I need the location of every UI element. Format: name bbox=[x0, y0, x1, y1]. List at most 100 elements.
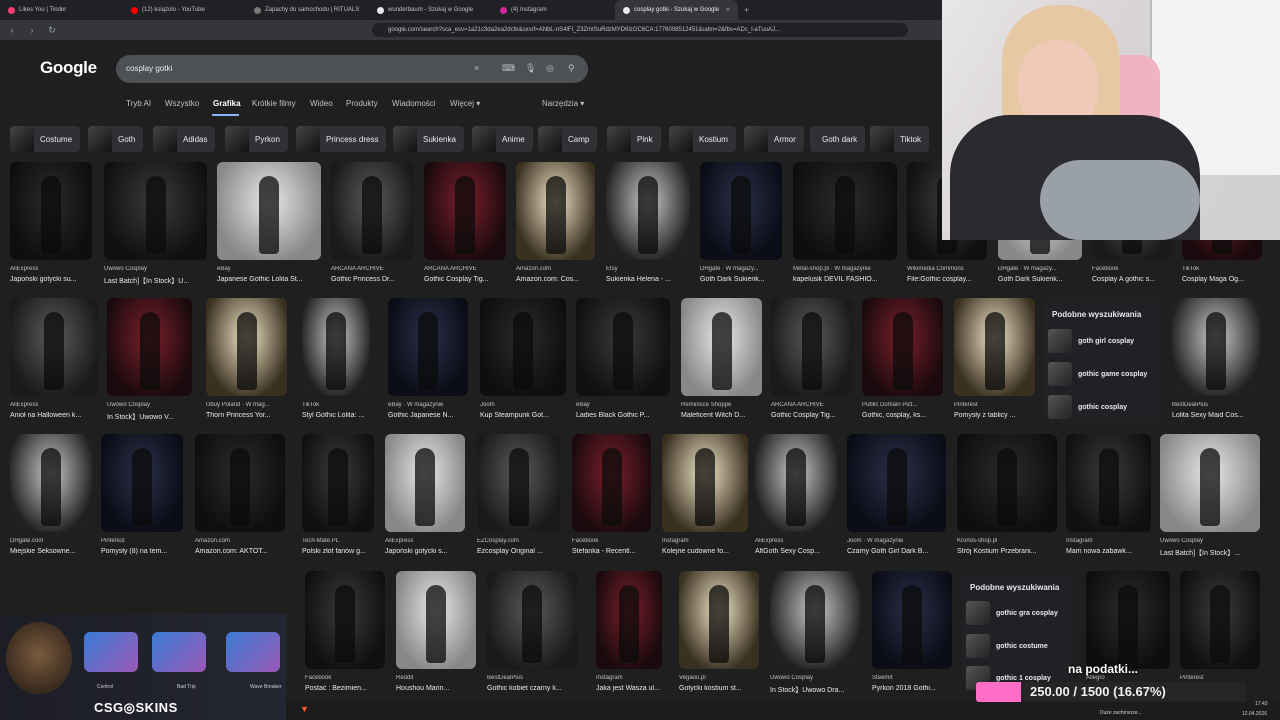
result-image[interactable] bbox=[424, 162, 506, 260]
result-title[interactable]: Stefanka - Recentl... bbox=[572, 548, 659, 555]
result-image[interactable] bbox=[302, 434, 374, 532]
result-source[interactable]: Kronos-shop.pl bbox=[957, 538, 1065, 544]
result-title[interactable]: AltGoth Sexy Cosp... bbox=[755, 548, 845, 555]
chip-costume[interactable]: Costume bbox=[10, 126, 81, 152]
result-title[interactable]: Miejskie Seksowne... bbox=[10, 548, 100, 555]
result-source[interactable]: Metal-shop.pl · W magazynie bbox=[793, 266, 905, 272]
result-source[interactable]: DHgate.com bbox=[10, 538, 100, 544]
result-image[interactable] bbox=[516, 162, 595, 260]
result-title[interactable]: Cosplay Maga Og... bbox=[1182, 276, 1270, 283]
result-source[interactable]: TikTok bbox=[1182, 266, 1270, 272]
result-image[interactable] bbox=[576, 298, 670, 396]
result-image[interactable] bbox=[195, 434, 285, 532]
result-image[interactable] bbox=[700, 162, 782, 260]
tab-videos[interactable]: Wideo bbox=[310, 99, 333, 108]
reload-icon[interactable]: ↻ bbox=[46, 25, 58, 36]
result-source[interactable]: Instagram bbox=[662, 538, 756, 544]
result-title[interactable]: Anioł na Halloween k... bbox=[10, 412, 106, 419]
chip-princess-dress[interactable]: Princess dress bbox=[296, 126, 387, 152]
result-source[interactable]: Instagram bbox=[596, 675, 670, 681]
result-source[interactable]: Instagram bbox=[1066, 538, 1159, 544]
search-box[interactable] bbox=[116, 55, 588, 83]
result-title[interactable]: In Stock】Uwowo Dra... bbox=[770, 685, 868, 695]
tab-all[interactable]: Wszystko bbox=[165, 99, 199, 108]
result-source[interactable]: Wikimedia Commons bbox=[907, 266, 995, 272]
result-title[interactable]: Amazon.com: Cos... bbox=[516, 276, 603, 283]
result-source[interactable]: Pinterest bbox=[1180, 675, 1268, 681]
forward-icon[interactable]: › bbox=[26, 25, 38, 35]
result-title[interactable]: Postać : Bezimien... bbox=[305, 685, 393, 692]
result-title[interactable]: Gothic Japanese N... bbox=[388, 412, 476, 419]
result-image[interactable] bbox=[793, 162, 897, 260]
chip-camp[interactable]: Camp bbox=[538, 126, 598, 152]
tab-google-wunderbaum[interactable]: wunderbaum - Szukaj w Google bbox=[369, 0, 492, 20]
tools-button[interactable]: Narzędzia ▾ bbox=[542, 99, 584, 108]
result-title[interactable]: Lolita Sexy Maid Cos... bbox=[1172, 412, 1268, 419]
result-source[interactable]: Uwowo Cosplay bbox=[104, 266, 215, 272]
chip-pyrkon[interactable]: Pyrkon bbox=[225, 126, 288, 152]
result-title[interactable]: Maleficent Witch D... bbox=[681, 412, 770, 419]
result-title[interactable]: kapelusik DEVIL FASHIO... bbox=[793, 276, 905, 283]
result-title[interactable]: Czarny Goth Girl Dark B... bbox=[847, 548, 954, 555]
chip-anime[interactable]: Anime bbox=[472, 126, 533, 152]
related-item[interactable]: gothic game cosplay bbox=[1048, 361, 1147, 387]
result-title[interactable]: Gothic, cosplay, ks... bbox=[862, 412, 951, 419]
result-image[interactable] bbox=[385, 434, 465, 532]
result-source[interactable]: eBay · W magazynie bbox=[388, 402, 476, 408]
result-image[interactable] bbox=[771, 298, 852, 396]
result-source[interactable]: AliExpress bbox=[10, 266, 100, 272]
result-title[interactable]: Japanese Gothic Lolita St... bbox=[217, 276, 329, 283]
tab-instagram[interactable]: (4) Instagram bbox=[492, 0, 615, 20]
result-title[interactable]: Cosplay A gothic s... bbox=[1092, 276, 1180, 283]
result-image[interactable] bbox=[596, 571, 662, 669]
result-title[interactable]: Last Batch]【In Stock】U... bbox=[104, 276, 215, 286]
result-image[interactable] bbox=[480, 298, 566, 396]
result-image[interactable] bbox=[10, 162, 92, 260]
chip-adidas[interactable]: Adidas bbox=[153, 126, 216, 152]
result-image[interactable] bbox=[396, 571, 476, 669]
result-image[interactable] bbox=[862, 298, 943, 396]
result-title[interactable]: Goth Dark Sukienk... bbox=[700, 276, 790, 283]
result-title[interactable]: Japoński gotycki su... bbox=[10, 276, 100, 283]
result-source[interactable]: Etsy bbox=[606, 266, 698, 272]
result-image[interactable] bbox=[10, 298, 98, 396]
result-image[interactable] bbox=[302, 298, 370, 396]
chip-armor[interactable]: Armor bbox=[744, 126, 804, 152]
result-source[interactable]: Public Domain Pict... bbox=[862, 402, 951, 408]
result-image[interactable] bbox=[331, 162, 413, 260]
result-title[interactable]: Kup Steampunk Got... bbox=[480, 412, 574, 419]
result-title[interactable]: Amazon.com: AKTOT... bbox=[195, 548, 293, 555]
result-source[interactable]: Facebook bbox=[572, 538, 659, 544]
result-image[interactable] bbox=[305, 571, 385, 669]
tab-more[interactable]: Więcej ▾ bbox=[450, 99, 480, 108]
result-title[interactable]: Goth Dark Sukienk... bbox=[998, 276, 1090, 283]
tab-news[interactable]: Wiadomości bbox=[392, 99, 436, 108]
result-image[interactable] bbox=[1180, 571, 1260, 669]
result-title[interactable]: File:Gothic cosplay... bbox=[907, 276, 995, 283]
result-source[interactable]: Reddit bbox=[396, 675, 484, 681]
result-title[interactable]: Japoński gotycki s... bbox=[385, 548, 473, 555]
result-title[interactable]: Gothic Cosplay Tig... bbox=[771, 412, 860, 419]
result-source[interactable]: DHgate · W magazy... bbox=[700, 266, 790, 272]
related-item[interactable]: gothic cosplay bbox=[1048, 394, 1127, 420]
tab-youtube[interactable]: (12) książulo - YouTube bbox=[123, 0, 246, 20]
related-item[interactable]: goth girl cosplay bbox=[1048, 328, 1134, 354]
chip-sukienka[interactable]: Sukienka bbox=[393, 126, 464, 152]
result-image[interactable] bbox=[662, 434, 748, 532]
result-title[interactable]: Gothic Cosplay Tig... bbox=[424, 276, 514, 283]
result-title[interactable]: Thorn Princess Yor... bbox=[206, 412, 295, 419]
result-source[interactable]: Amazon.com bbox=[516, 266, 603, 272]
result-source[interactable]: Uwowo Cosplay bbox=[107, 402, 200, 408]
result-source[interactable]: Uwowo Cosplay bbox=[1160, 538, 1268, 544]
result-source[interactable]: BestDealPlus bbox=[1172, 402, 1268, 408]
result-source[interactable]: Amazon.com bbox=[195, 538, 293, 544]
new-tab-button[interactable]: + bbox=[738, 5, 749, 15]
result-image[interactable] bbox=[10, 434, 92, 532]
search-input[interactable]: cosplay gotki bbox=[126, 64, 172, 73]
result-source[interactable]: TikTok bbox=[302, 402, 378, 408]
result-image[interactable] bbox=[679, 571, 759, 669]
result-source[interactable]: AliExpress bbox=[755, 538, 845, 544]
result-image[interactable] bbox=[1160, 434, 1260, 532]
close-tab-icon[interactable]: × bbox=[726, 7, 730, 14]
result-source[interactable]: Tech-Mate.PL bbox=[302, 538, 382, 544]
